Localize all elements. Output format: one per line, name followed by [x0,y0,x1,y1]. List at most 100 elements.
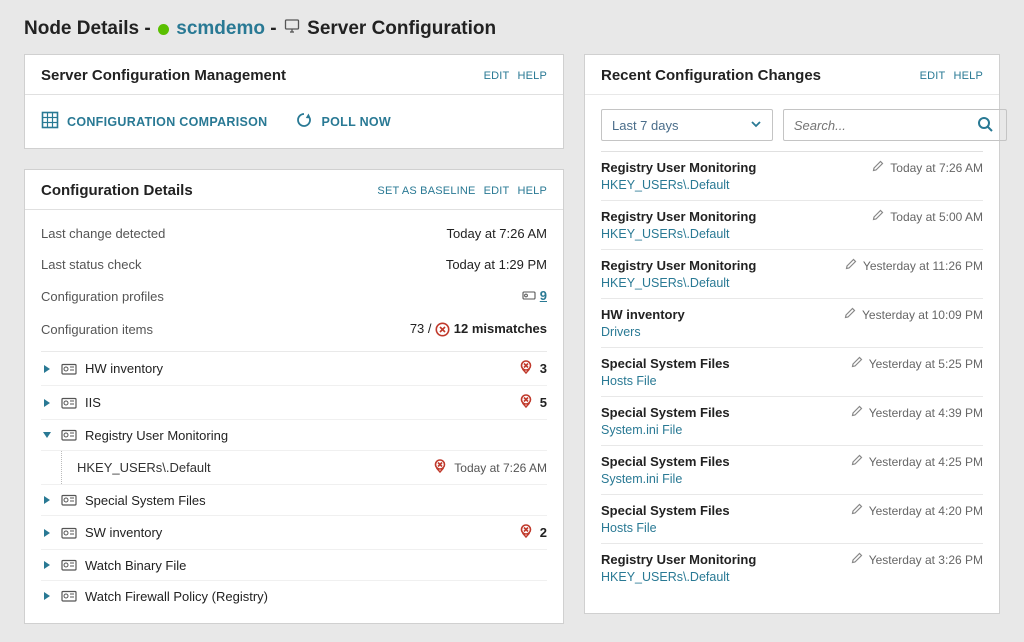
tree-label: IIS [85,395,510,410]
change-sublink[interactable]: HKEY_USERs\.Default [601,227,756,241]
profile-icon [61,395,77,411]
changes-panel-title: Recent Configuration Changes [601,67,821,84]
change-title: Special System Files [601,454,730,469]
search-input[interactable] [794,118,972,133]
change-row[interactable]: Special System Files System.ini File Yeste… [601,445,983,494]
change-row[interactable]: Registry User Monitoring HKEY_USERs\.Defa… [601,151,983,200]
tree-row[interactable]: Special System Files [41,485,547,516]
change-sublink[interactable]: HKEY_USERs\.Default [601,276,756,290]
caret-down-icon[interactable] [41,430,53,440]
caret-right-icon[interactable] [41,528,53,538]
tree-child-row[interactable]: HKEY_USERs\.Default Today at 7:26 AM [41,451,547,485]
pencil-icon [872,160,884,175]
pencil-icon [845,258,857,273]
change-row[interactable]: Special System FilesHosts FileYesterday … [601,494,983,543]
title-prefix: Node Details [24,18,139,39]
change-row[interactable]: Special System FilesHosts FileYesterday … [601,347,983,396]
change-timestamp: Yesterday at 10:09 PM [844,307,983,322]
mismatch-count: 3 [518,359,547,378]
mismatch-icon [518,523,534,542]
change-sublink[interactable]: Hosts File [601,374,730,388]
mismatch-icon [518,359,534,378]
pencil-icon [851,356,863,371]
last-check-label: Last status check [41,257,141,272]
scm-help-link[interactable]: HELP [517,70,547,82]
profile-icon [61,525,77,541]
caret-right-icon[interactable] [41,591,53,601]
change-sublink[interactable]: System.ini File [601,472,730,486]
search-input-wrap [783,109,1007,141]
mismatch-count: 2 [518,523,547,542]
caret-right-icon[interactable] [41,364,53,374]
change-row[interactable]: Registry User Monitoring HKEY_USERs\.Defa… [601,200,983,249]
details-help-link[interactable]: HELP [517,185,547,197]
last-change-value: Today at 7:26 AM [447,226,547,241]
changes-help-link[interactable]: HELP [953,70,983,82]
set-as-baseline-link[interactable]: SET AS BASELINE [377,185,475,197]
change-sublink[interactable]: Drivers [601,325,685,339]
change-title: Registry User Monitoring [601,209,756,224]
tree-row[interactable]: IIS 5 [41,386,547,420]
change-row[interactable]: HW inventoryDriversYesterday at 10:09 PM [601,298,983,347]
tree-label: Registry User Monitoring [85,428,547,443]
refresh-icon [295,111,313,132]
change-timestamp: Yesterday at 3:26 PM [851,552,983,567]
configuration-details-panel: Configuration Details SET AS BASELINE ED… [24,169,564,624]
title-suffix: Server Configuration [307,18,496,39]
change-timestamp: Today at 7:26 AM [872,160,983,175]
caret-right-icon[interactable] [41,398,53,408]
tree-row[interactable]: Watch Firewall Policy (Registry) [41,581,547,611]
recent-changes-panel: Recent Configuration Changes EDIT HELP L… [584,54,1000,614]
node-link[interactable]: scmdemo [176,18,265,39]
change-sublink[interactable]: Hosts File [601,521,730,535]
profiles-link[interactable]: 9 [540,288,547,303]
tree-row[interactable]: Watch Binary File [41,550,547,581]
changes-edit-link[interactable]: EDIT [920,70,946,82]
profiles-label: Configuration profiles [41,289,164,304]
time-range-dropdown[interactable]: Last 7 days [601,109,773,141]
pencil-icon [872,209,884,224]
poll-now-button[interactable]: POLL NOW [295,111,391,132]
scm-edit-link[interactable]: EDIT [484,70,510,82]
tree-child-timestamp: Today at 7:26 AM [432,458,547,477]
change-row[interactable]: Registry User Monitoring HKEY_USERs\.Defa… [601,249,983,298]
change-timestamp: Yesterday at 5:25 PM [851,356,983,371]
pencil-icon [844,307,856,322]
search-icon [976,115,994,136]
details-edit-link[interactable]: EDIT [484,185,510,197]
poll-label: POLL NOW [321,115,391,129]
items-value: 73 / 12 mismatches [410,321,547,337]
caret-right-icon[interactable] [41,495,53,505]
mismatch-count: 5 [518,393,547,412]
tree-row[interactable]: HW inventory 3 [41,352,547,386]
search-button[interactable] [972,111,998,140]
tree-row[interactable]: Registry User Monitoring [41,420,547,451]
tree-label: HW inventory [85,361,510,376]
wrench-icon [522,290,540,305]
change-row[interactable]: Special System FilesSystem.ini FileYeste… [601,396,983,445]
profile-icon [61,492,77,508]
tree-label: Watch Firewall Policy (Registry) [85,589,547,604]
change-timestamp: Yesterday at 4:39 PM [851,405,983,420]
change-title: Registry User Monitoring [601,552,756,567]
pencil-icon [851,503,863,518]
caret-right-icon[interactable] [41,560,53,570]
change-timestamp: Yesterday at 4:25 PM [851,454,983,469]
tree-label: Special System Files [85,493,547,508]
pencil-icon [851,454,863,469]
compare-icon [41,111,59,132]
compare-label: CONFIGURATION COMPARISON [67,115,267,129]
tree-row[interactable]: SW inventory 2 [41,516,547,550]
pencil-icon [851,552,863,567]
change-sublink[interactable]: HKEY_USERs\.Default [601,570,756,584]
last-check-value: Today at 1:29 PM [446,257,547,272]
configuration-comparison-button[interactable]: CONFIGURATION COMPARISON [41,111,267,132]
details-panel-title: Configuration Details [41,182,193,199]
change-title: Registry User Monitoring [601,160,756,175]
change-title: Registry User Monitoring [601,258,756,273]
change-row[interactable]: Registry User Monitoring HKEY_USERs\.Defa… [601,543,983,592]
change-sublink[interactable]: System.ini File [601,423,730,437]
change-timestamp: Yesterday at 4:20 PM [851,503,983,518]
change-sublink[interactable]: HKEY_USERs\.Default [601,178,756,192]
server-icon [284,18,300,40]
